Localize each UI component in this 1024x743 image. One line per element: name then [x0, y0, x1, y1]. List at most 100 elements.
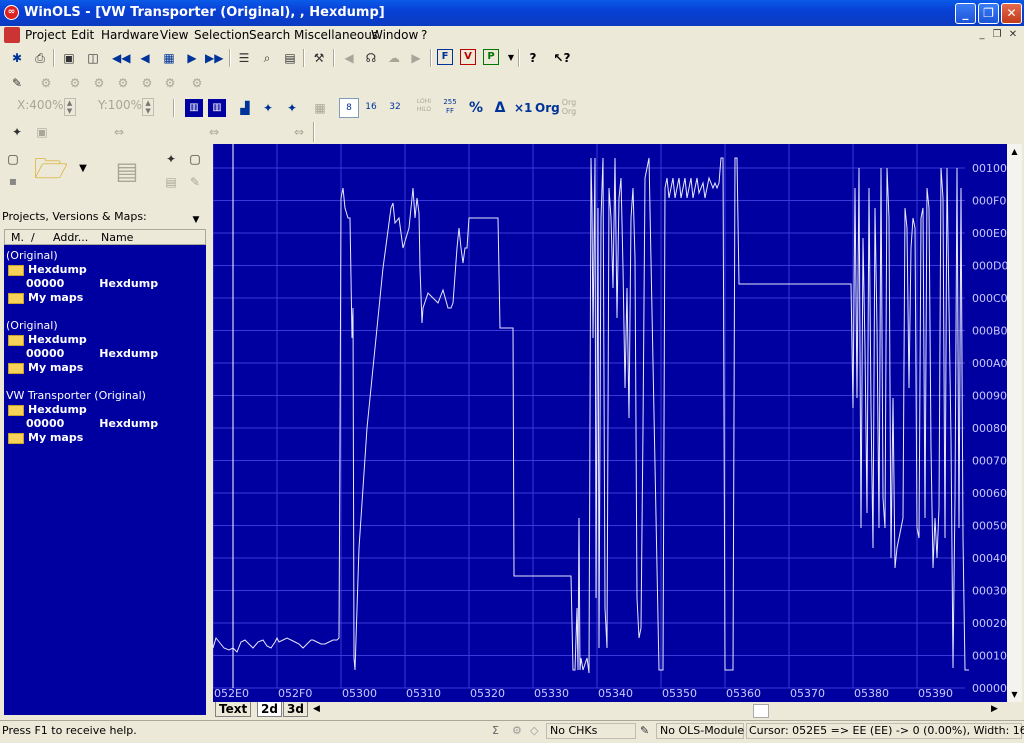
save-icon[interactable]: ▪: [4, 172, 22, 190]
menu-miscellaneous[interactable]: Miscellaneous: [294, 28, 378, 42]
spin-arrows-icon[interactable]: ▲ ▼: [63, 98, 76, 116]
tab-3d[interactable]: 3d: [283, 702, 308, 717]
chart-wand2-icon[interactable]: ✦: [283, 99, 301, 117]
menu-view[interactable]: View: [160, 28, 188, 42]
menu-project[interactable]: Project: [25, 28, 66, 42]
tree-folder[interactable]: My maps: [8, 431, 83, 444]
edit-map-icon[interactable]: ✎: [186, 173, 204, 191]
window-icon[interactable]: ▣: [60, 49, 78, 67]
export-icon[interactable]: ▤: [110, 155, 144, 187]
align-icon[interactable]: ⇔: [104, 123, 134, 141]
col-m[interactable]: M.: [11, 231, 24, 244]
first-icon[interactable]: ◀◀: [112, 49, 130, 67]
align2-icon[interactable]: ⇔: [205, 123, 223, 141]
byte-8-button[interactable]: 8: [339, 98, 359, 118]
menu-window[interactable]: Window: [371, 28, 418, 42]
map-icon[interactable]: ⚙: [66, 74, 84, 92]
wizard-icon[interactable]: ✱: [8, 49, 26, 67]
menu-edit[interactable]: Edit: [71, 28, 94, 42]
notes-icon[interactable]: ▤: [281, 49, 299, 67]
new-map-icon[interactable]: ▢: [186, 150, 204, 168]
mdi-doc-icon[interactable]: [4, 27, 20, 43]
restore-button[interactable]: ❐: [978, 3, 999, 24]
hscroll-thumb[interactable]: [753, 704, 769, 718]
map6-icon[interactable]: ⚙: [188, 74, 206, 92]
prev-icon[interactable]: ◀: [136, 49, 154, 67]
hex-255-button[interactable]: 255 FF: [439, 98, 461, 116]
print-icon[interactable]: ⎙: [31, 49, 49, 67]
back-icon[interactable]: ◀: [340, 49, 358, 67]
spin-arrows-icon[interactable]: ▲ ▼: [142, 98, 155, 116]
grid-icon[interactable]: ▦: [311, 99, 329, 117]
tree-version[interactable]: VW Transporter (Original): [6, 389, 146, 402]
new-icon[interactable]: ▢: [4, 150, 22, 168]
map3-icon[interactable]: ⚙: [114, 74, 132, 92]
org-button[interactable]: Org: [535, 99, 560, 117]
mdi-restore-button[interactable]: ❐: [990, 28, 1004, 41]
tree-map-row[interactable]: 00000 Hexdump: [26, 417, 158, 430]
search-window-icon[interactable]: ⌕: [258, 49, 276, 67]
tools-icon[interactable]: ⚒: [310, 49, 328, 67]
col-addr[interactable]: Addr...: [53, 231, 88, 244]
graph-view2-icon[interactable]: ▥: [208, 99, 226, 117]
tree-version[interactable]: (Original): [6, 249, 58, 262]
chart-icon[interactable]: ▟: [236, 99, 254, 117]
map5-icon[interactable]: ⚙: [161, 74, 179, 92]
tree-version[interactable]: (Original): [6, 319, 58, 332]
tree-folder[interactable]: Hexdump: [8, 403, 87, 416]
tool-map-icon[interactable]: ▣: [33, 123, 51, 141]
scroll-down-icon[interactable]: ▼: [1007, 687, 1022, 702]
import-icon[interactable]: ▤: [162, 173, 180, 191]
col-name[interactable]: Name: [101, 231, 133, 244]
mdi-close-button[interactable]: ✕: [1006, 28, 1020, 41]
chart-wand-icon[interactable]: ✦: [259, 99, 277, 117]
align3-icon[interactable]: ⇔: [290, 123, 308, 141]
dword-32-button[interactable]: 32: [386, 98, 404, 116]
percent-button[interactable]: %: [467, 99, 485, 117]
graph-view-icon[interactable]: ▥: [185, 99, 203, 117]
scroll-right-icon[interactable]: ▶: [991, 704, 998, 714]
map2-icon[interactable]: ⚙: [90, 74, 108, 92]
menu-selection[interactable]: Selection: [194, 28, 249, 42]
word-16-button[interactable]: 16: [362, 98, 380, 116]
tab-2d[interactable]: 2d: [257, 702, 282, 717]
tools-dis-icon[interactable]: ⚙: [37, 74, 55, 92]
app-icon[interactable]: ∞: [4, 5, 19, 20]
scroll-up-icon[interactable]: ▲: [1007, 144, 1022, 159]
tree-folder[interactable]: Hexdump: [8, 263, 87, 276]
tree-map-row[interactable]: 00000 Hexdump: [26, 347, 158, 360]
last-icon[interactable]: ▶▶: [205, 49, 223, 67]
zoom-y-spinner[interactable]: Y:100% ▲ ▼: [98, 98, 155, 116]
p-icon[interactable]: P: [483, 49, 499, 65]
mdi-minimize-button[interactable]: _: [975, 28, 989, 41]
open-folder-icon[interactable]: 🗁: [32, 152, 70, 186]
scroll-left-icon[interactable]: ◀: [313, 704, 320, 714]
context-help-icon[interactable]: ↖?: [553, 49, 571, 67]
tree-map-row[interactable]: 00000 Hexdump: [26, 277, 158, 290]
table-icon[interactable]: ▦: [160, 49, 178, 67]
map4-icon[interactable]: ⚙: [138, 74, 156, 92]
projects-combo-chevron-icon[interactable]: ▼: [188, 212, 204, 228]
wand-icon[interactable]: ✦: [162, 150, 180, 168]
data-series-line[interactable]: [213, 157, 969, 674]
minimize-button[interactable]: _: [955, 3, 976, 24]
hexdump-graph[interactable]: 00100 000F0 000E0 000D0 000C0 000B0 000A0 00090…: [213, 144, 1007, 702]
tab-text[interactable]: Text: [215, 702, 252, 717]
compare-icon[interactable]: ◫: [84, 49, 102, 67]
close-button[interactable]: ✕: [1001, 3, 1022, 24]
col-sort[interactable]: /: [31, 231, 35, 244]
help-icon[interactable]: ?: [524, 49, 542, 67]
tool-wand-icon[interactable]: ✦: [8, 123, 26, 141]
open-dropdown-icon[interactable]: ▼: [74, 160, 92, 178]
cloud-icon[interactable]: ☁: [385, 49, 403, 67]
f-icon[interactable]: F: [437, 49, 453, 65]
project-tree[interactable]: (Original) Hexdump 00000 Hexdump My maps (Ori…: [4, 245, 206, 715]
tree-folder[interactable]: Hexdump: [8, 333, 87, 346]
lohi-button[interactable]: LOHI HILO: [413, 98, 435, 116]
org-org-button[interactable]: Org Org: [559, 98, 579, 116]
tree-folder[interactable]: My maps: [8, 361, 83, 374]
tree-folder[interactable]: My maps: [8, 291, 83, 304]
graph-canvas[interactable]: 00100 000F0 000E0 000D0 000C0 000B0 000A0 00090…: [213, 144, 1007, 702]
list-icon[interactable]: ☰: [235, 49, 253, 67]
vertical-scrollbar[interactable]: ▲ ▼: [1007, 144, 1022, 702]
